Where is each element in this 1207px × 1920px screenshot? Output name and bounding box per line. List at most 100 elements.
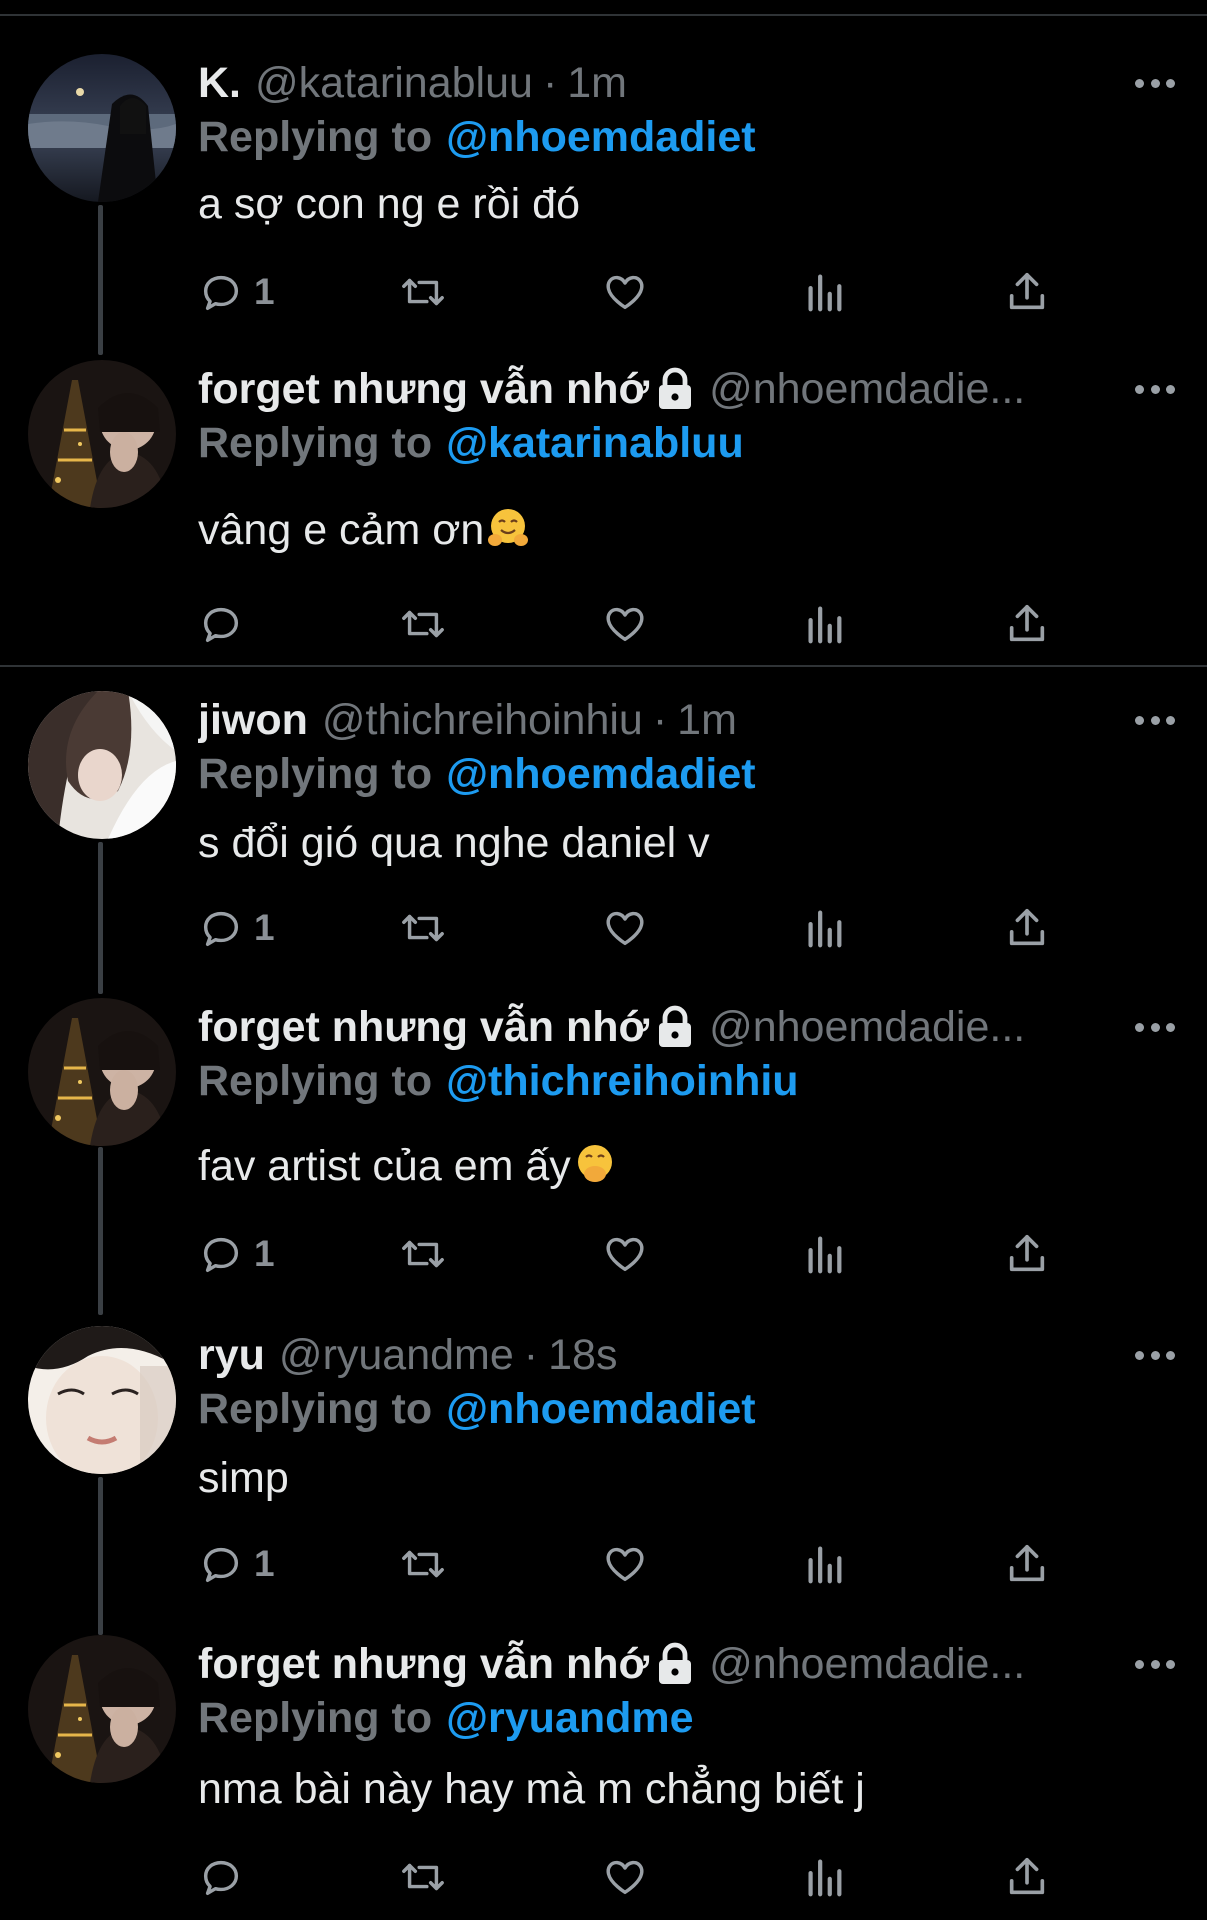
more-icon[interactable]	[1135, 76, 1175, 90]
tweet-header: forget nhưng vẫn nhớ @nhoemdadie...	[198, 1637, 1187, 1691]
timestamp[interactable]: 1m	[677, 693, 737, 747]
like-button[interactable]	[602, 264, 648, 320]
like-icon	[606, 911, 644, 946]
replying-to-link[interactable]: @thichreihoinhiu	[446, 1057, 798, 1105]
replying-to-link[interactable]: @nhoemdadiet	[446, 750, 756, 798]
username[interactable]: @thichreihoinhiu	[322, 693, 643, 747]
share-icon	[1009, 604, 1045, 642]
avatar[interactable]	[28, 1635, 176, 1783]
tweet-text: simp	[198, 1454, 289, 1502]
action-bar	[198, 596, 1078, 652]
analytics-icon	[808, 910, 842, 948]
like-button[interactable]	[602, 596, 648, 652]
analytics-button[interactable]	[804, 264, 844, 320]
share-button[interactable]	[1004, 596, 1050, 652]
tweet-text: a sợ con ng e rồi đó	[198, 180, 580, 228]
reply-icon	[203, 1237, 239, 1273]
replying-label: Replying to	[198, 1385, 433, 1433]
retweet-button[interactable]	[398, 900, 448, 956]
more-icon[interactable]	[1135, 1657, 1175, 1671]
avatar[interactable]	[28, 54, 176, 202]
share-button[interactable]	[1004, 1226, 1050, 1282]
tweet-text-content: vâng e cảm ơn	[198, 506, 485, 554]
retweet-button[interactable]	[398, 264, 448, 320]
reply-count: 1	[254, 271, 275, 312]
like-icon	[606, 1860, 644, 1895]
analytics-button[interactable]	[804, 596, 844, 652]
analytics-button[interactable]	[804, 900, 844, 956]
username[interactable]: @nhoemdadie...	[709, 1637, 1025, 1691]
reply-icon	[203, 1547, 239, 1583]
more-icon[interactable]	[1135, 1020, 1175, 1034]
replying-to: Replying to @nhoemdadiet	[198, 747, 756, 801]
replying-to-link[interactable]: @nhoemdadiet	[446, 113, 756, 161]
tweet-header: forget nhưng vẫn nhớ @nhoemdadie...	[198, 1000, 1187, 1054]
username[interactable]: @nhoemdadie...	[709, 362, 1025, 416]
replying-to: Replying to @nhoemdadiet	[198, 110, 756, 164]
retweet-icon	[402, 914, 444, 942]
hand-over-mouth-emoji	[577, 1145, 612, 1182]
retweet-button[interactable]	[398, 1536, 448, 1592]
replying-to: Replying to @nhoemdadiet	[198, 1382, 756, 1436]
replying-label: Replying to	[198, 419, 433, 467]
share-button[interactable]	[1004, 1849, 1050, 1905]
retweet-icon	[402, 610, 444, 638]
avatar[interactable]	[28, 998, 176, 1146]
reply-button[interactable]: 1	[198, 264, 275, 320]
analytics-button[interactable]	[804, 1536, 844, 1592]
reply-button[interactable]: 1	[198, 900, 275, 956]
analytics-button[interactable]	[804, 1226, 844, 1282]
reply-icon	[203, 275, 239, 311]
like-icon	[606, 1547, 644, 1582]
analytics-button[interactable]	[804, 1849, 844, 1905]
more-icon[interactable]	[1135, 1348, 1175, 1362]
like-button[interactable]	[602, 900, 648, 956]
tweet-header: ryu @ryuandme · 18s	[198, 1328, 1187, 1382]
replying-to-link[interactable]: @katarinabluu	[446, 419, 744, 467]
share-button[interactable]	[1004, 1536, 1050, 1592]
share-button[interactable]	[1004, 900, 1050, 956]
avatar[interactable]	[28, 360, 176, 508]
username[interactable]: @nhoemdadie...	[709, 1000, 1025, 1054]
analytics-icon	[808, 1859, 842, 1897]
more-icon[interactable]	[1135, 713, 1175, 727]
avatar[interactable]	[28, 1326, 176, 1474]
lock-icon	[659, 1642, 692, 1684]
timestamp[interactable]: 18s	[548, 1328, 617, 1382]
username[interactable]: @katarinabluu	[255, 56, 533, 110]
hugging-face-emoji	[488, 509, 529, 546]
display-name[interactable]: ryu	[198, 1328, 265, 1382]
lock-icon	[659, 367, 692, 409]
reply-icon	[203, 1860, 239, 1896]
display-name[interactable]: forget nhưng vẫn nhớ	[198, 1000, 649, 1054]
display-name[interactable]: K.	[198, 56, 241, 110]
replying-to-link[interactable]: @nhoemdadiet	[446, 1385, 756, 1433]
display-name[interactable]: forget nhưng vẫn nhớ	[198, 362, 649, 416]
display-name[interactable]: jiwon	[198, 693, 308, 747]
avatar[interactable]	[28, 691, 176, 839]
replying-to-link[interactable]: @ryuandme	[446, 1694, 693, 1742]
tweet-text: s đổi gió qua nghe daniel v	[198, 819, 710, 867]
share-button[interactable]	[1004, 264, 1050, 320]
more-icon[interactable]	[1135, 382, 1175, 396]
like-button[interactable]	[602, 1226, 648, 1282]
timestamp[interactable]: 1m	[567, 56, 627, 110]
replying-to: Replying to @thichreihoinhiu	[198, 1054, 799, 1108]
retweet-button[interactable]	[398, 1849, 448, 1905]
display-name[interactable]: forget nhưng vẫn nhớ	[198, 1637, 649, 1691]
retweet-icon	[402, 1863, 444, 1891]
share-icon	[1009, 272, 1045, 310]
tweet-text: nma bài này hay mà m chẳng biết j	[198, 1765, 865, 1813]
username[interactable]: @ryuandme	[279, 1328, 514, 1382]
like-button[interactable]	[602, 1849, 648, 1905]
retweet-button[interactable]	[398, 1226, 448, 1282]
reply-button[interactable]: 1	[198, 1536, 275, 1592]
share-icon	[1009, 1544, 1045, 1582]
like-button[interactable]	[602, 1536, 648, 1592]
reply-count: 1	[254, 907, 275, 948]
reply-button[interactable]: 1	[198, 1226, 275, 1282]
reply-button[interactable]	[198, 596, 254, 652]
reply-button[interactable]	[198, 1849, 254, 1905]
retweet-button[interactable]	[398, 596, 448, 652]
tweet-text-content: fav artist của em ấy	[198, 1142, 571, 1190]
